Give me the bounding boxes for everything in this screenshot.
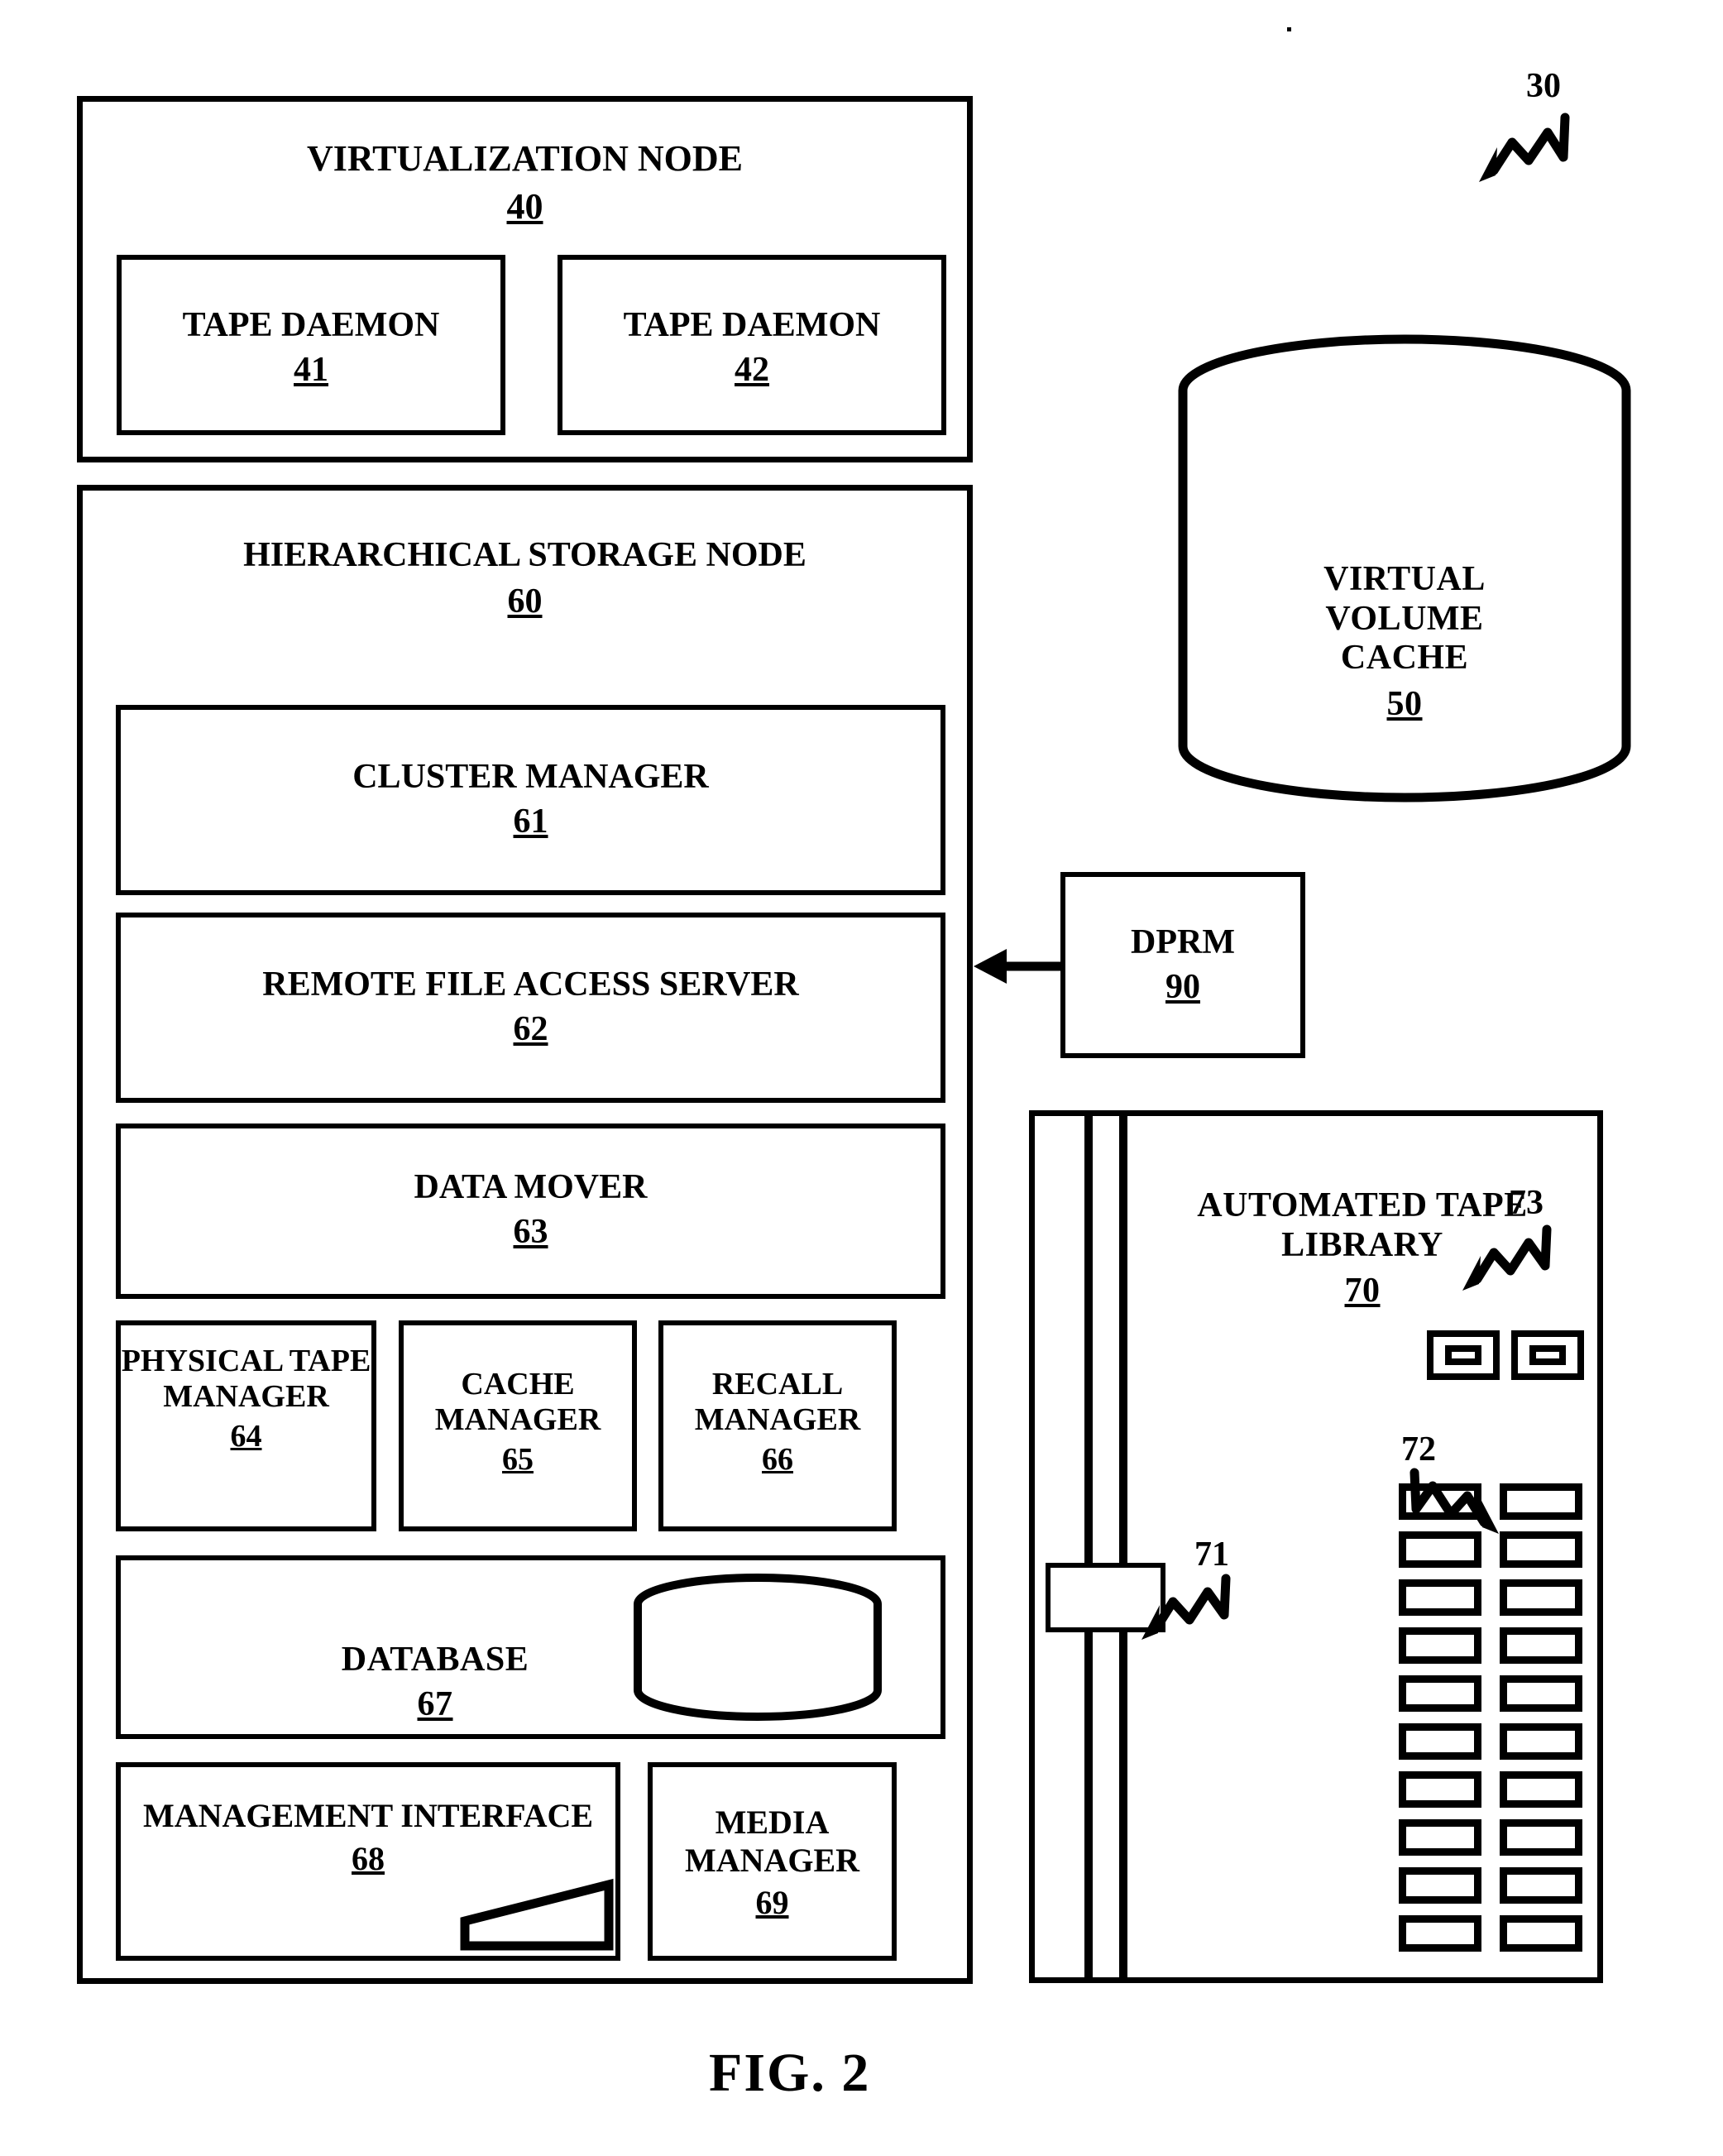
cache-manager-label-group: CACHE MANAGER 65 <box>404 1367 632 1478</box>
robot-callout-71-label: 71 <box>1194 1536 1229 1574</box>
database-cylinder-icon <box>634 1574 882 1721</box>
tape-cartridge <box>1500 1867 1582 1904</box>
remote-file-access-server-label-group: REMOTE FILE ACCESS SERVER 62 <box>121 965 940 1050</box>
recall-manager-label-group: RECALL MANAGER 66 <box>663 1367 892 1478</box>
data-mover-title: DATA MOVER <box>414 1168 648 1206</box>
management-interface-box: MANAGEMENT INTERFACE 68 <box>116 1762 620 1961</box>
virtualization-node-ref: 40 <box>506 186 543 228</box>
virtual-volume-cache-ref: 50 <box>1386 684 1423 723</box>
tape-cartridge <box>1399 1627 1481 1664</box>
cluster-manager-label-group: CLUSTER MANAGER 61 <box>121 758 940 842</box>
dprm-ref: 90 <box>1165 967 1200 1006</box>
recall-manager-box: RECALL MANAGER 66 <box>658 1320 897 1531</box>
tape-cartridge <box>1500 1627 1582 1664</box>
figure-caption: FIG. 2 <box>709 2043 871 2103</box>
virtualization-node-title: VIRTUALIZATION NODE <box>307 138 743 179</box>
remote-file-access-server-ref: 62 <box>513 1009 548 1048</box>
dprm-title: DPRM <box>1131 923 1235 961</box>
tape-cartridge <box>1500 1771 1582 1808</box>
tape-cartridge <box>1399 1579 1481 1616</box>
tape-cartridge <box>1500 1579 1582 1616</box>
management-interface-label-group: MANAGEMENT INTERFACE 68 <box>121 1797 615 1877</box>
hsn-ref: 60 <box>507 582 543 620</box>
tape-drive-2-slot <box>1529 1345 1566 1365</box>
tape-daemon-42-ref: 42 <box>735 350 769 389</box>
tape-cartridge <box>1399 1867 1481 1904</box>
virtualization-node-title-group: VIRTUALIZATION NODE 40 <box>83 138 967 228</box>
cache-manager-title: CACHE MANAGER <box>434 1367 601 1438</box>
media-manager-box: MEDIA MANAGER 69 <box>648 1762 897 1961</box>
remote-file-access-server-title: REMOTE FILE ACCESS SERVER <box>262 965 799 1004</box>
tape-cartridge <box>1500 1531 1582 1568</box>
data-mover-label-group: DATA MOVER 63 <box>121 1168 940 1253</box>
drives-callout-73-arrow <box>1462 1224 1552 1291</box>
database-box: DATABASE 67 <box>116 1555 945 1739</box>
physical-tape-manager-ref: 64 <box>230 1418 262 1454</box>
robot-rail-right <box>1119 1116 1127 1977</box>
media-manager-title: MEDIA MANAGER <box>684 1804 860 1879</box>
media-manager-label-group: MEDIA MANAGER 69 <box>653 1804 892 1922</box>
tape-cartridge <box>1399 1723 1481 1760</box>
cache-manager-box: CACHE MANAGER 65 <box>399 1320 637 1531</box>
robot-rail-left <box>1084 1116 1093 1977</box>
dprm-label-group: DPRM 90 <box>1065 923 1300 1008</box>
dprm-box: DPRM 90 <box>1060 872 1305 1058</box>
tape-cartridge <box>1399 1819 1481 1856</box>
tape-cartridge <box>1399 1771 1481 1808</box>
tape-cartridge <box>1500 1915 1582 1952</box>
hsn-title-group: HIERARCHICAL STORAGE NODE 60 <box>83 536 967 622</box>
tape-drive-1 <box>1427 1330 1500 1380</box>
cartridges-callout-72-arrow <box>1410 1468 1499 1534</box>
tape-daemon-41-ref: 41 <box>294 350 328 389</box>
patent-figure-page: VIRTUALIZATION NODE 40 TAPE DAEMON 41 TA… <box>0 0 1723 2156</box>
virtual-volume-cache-label-group: VIRTUAL VOLUME CACHE 50 <box>1173 521 1636 764</box>
system-callout-30-label: 30 <box>1526 67 1561 105</box>
tape-cartridge <box>1399 1675 1481 1712</box>
physical-tape-manager-box: PHYSICAL TAPE MANAGER 64 <box>116 1320 376 1531</box>
terminal-wedge-icon <box>460 1878 614 1951</box>
tape-drive-2 <box>1511 1330 1584 1380</box>
physical-tape-manager-title: PHYSICAL TAPE MANAGER <box>121 1344 371 1415</box>
drives-callout-73-label: 73 <box>1509 1184 1544 1222</box>
tape-cartridge <box>1500 1723 1582 1760</box>
data-mover-ref: 63 <box>513 1212 548 1251</box>
scan-speck <box>1287 27 1291 31</box>
robot-callout-71-arrow <box>1141 1574 1231 1640</box>
tape-daemon-42-label-group: TAPE DAEMON 42 <box>562 306 941 390</box>
physical-tape-manager-label-group: PHYSICAL TAPE MANAGER 64 <box>121 1344 371 1454</box>
tape-cartridge <box>1500 1819 1582 1856</box>
cluster-manager-ref: 61 <box>513 802 548 841</box>
tape-daemon-41-label-group: TAPE DAEMON 41 <box>122 306 500 390</box>
hsn-title: HIERARCHICAL STORAGE NODE <box>243 536 806 574</box>
cluster-manager-box: CLUSTER MANAGER 61 <box>116 705 945 895</box>
data-mover-box: DATA MOVER 63 <box>116 1124 945 1299</box>
virtualization-node-box: VIRTUALIZATION NODE 40 TAPE DAEMON 41 TA… <box>77 96 973 462</box>
remote-file-access-server-box: REMOTE FILE ACCESS SERVER 62 <box>116 913 945 1103</box>
cluster-manager-title: CLUSTER MANAGER <box>352 758 709 796</box>
dprm-to-hsn-arrow <box>974 949 1065 984</box>
tape-daemon-42-title: TAPE DAEMON <box>623 306 881 344</box>
system-callout-30-arrow <box>1479 113 1570 182</box>
tape-cartridge <box>1500 1675 1582 1712</box>
virtual-volume-cache-title: VIRTUAL VOLUME CACHE <box>1323 560 1486 678</box>
tape-daemon-41-title: TAPE DAEMON <box>182 306 440 344</box>
database-label-group: DATABASE 67 <box>286 1602 584 1764</box>
tape-cartridge <box>1500 1483 1582 1520</box>
recall-manager-title: RECALL MANAGER <box>694 1367 861 1438</box>
tape-cartridge <box>1399 1915 1481 1952</box>
tape-daemon-42-box: TAPE DAEMON 42 <box>558 255 946 435</box>
management-interface-title: MANAGEMENT INTERFACE <box>142 1797 594 1834</box>
recall-manager-ref: 66 <box>762 1441 793 1477</box>
cache-manager-ref: 65 <box>502 1441 534 1477</box>
media-manager-ref: 69 <box>755 1884 789 1922</box>
hierarchical-storage-node-box: HIERARCHICAL STORAGE NODE 60 CLUSTER MAN… <box>77 485 973 1984</box>
management-interface-ref: 68 <box>352 1839 385 1877</box>
tape-daemon-41-box: TAPE DAEMON 41 <box>117 255 505 435</box>
database-ref: 67 <box>417 1684 453 1723</box>
database-title: DATABASE <box>341 1641 529 1679</box>
cartridges-callout-72-label: 72 <box>1401 1430 1436 1468</box>
tape-drive-1-slot <box>1445 1345 1481 1365</box>
